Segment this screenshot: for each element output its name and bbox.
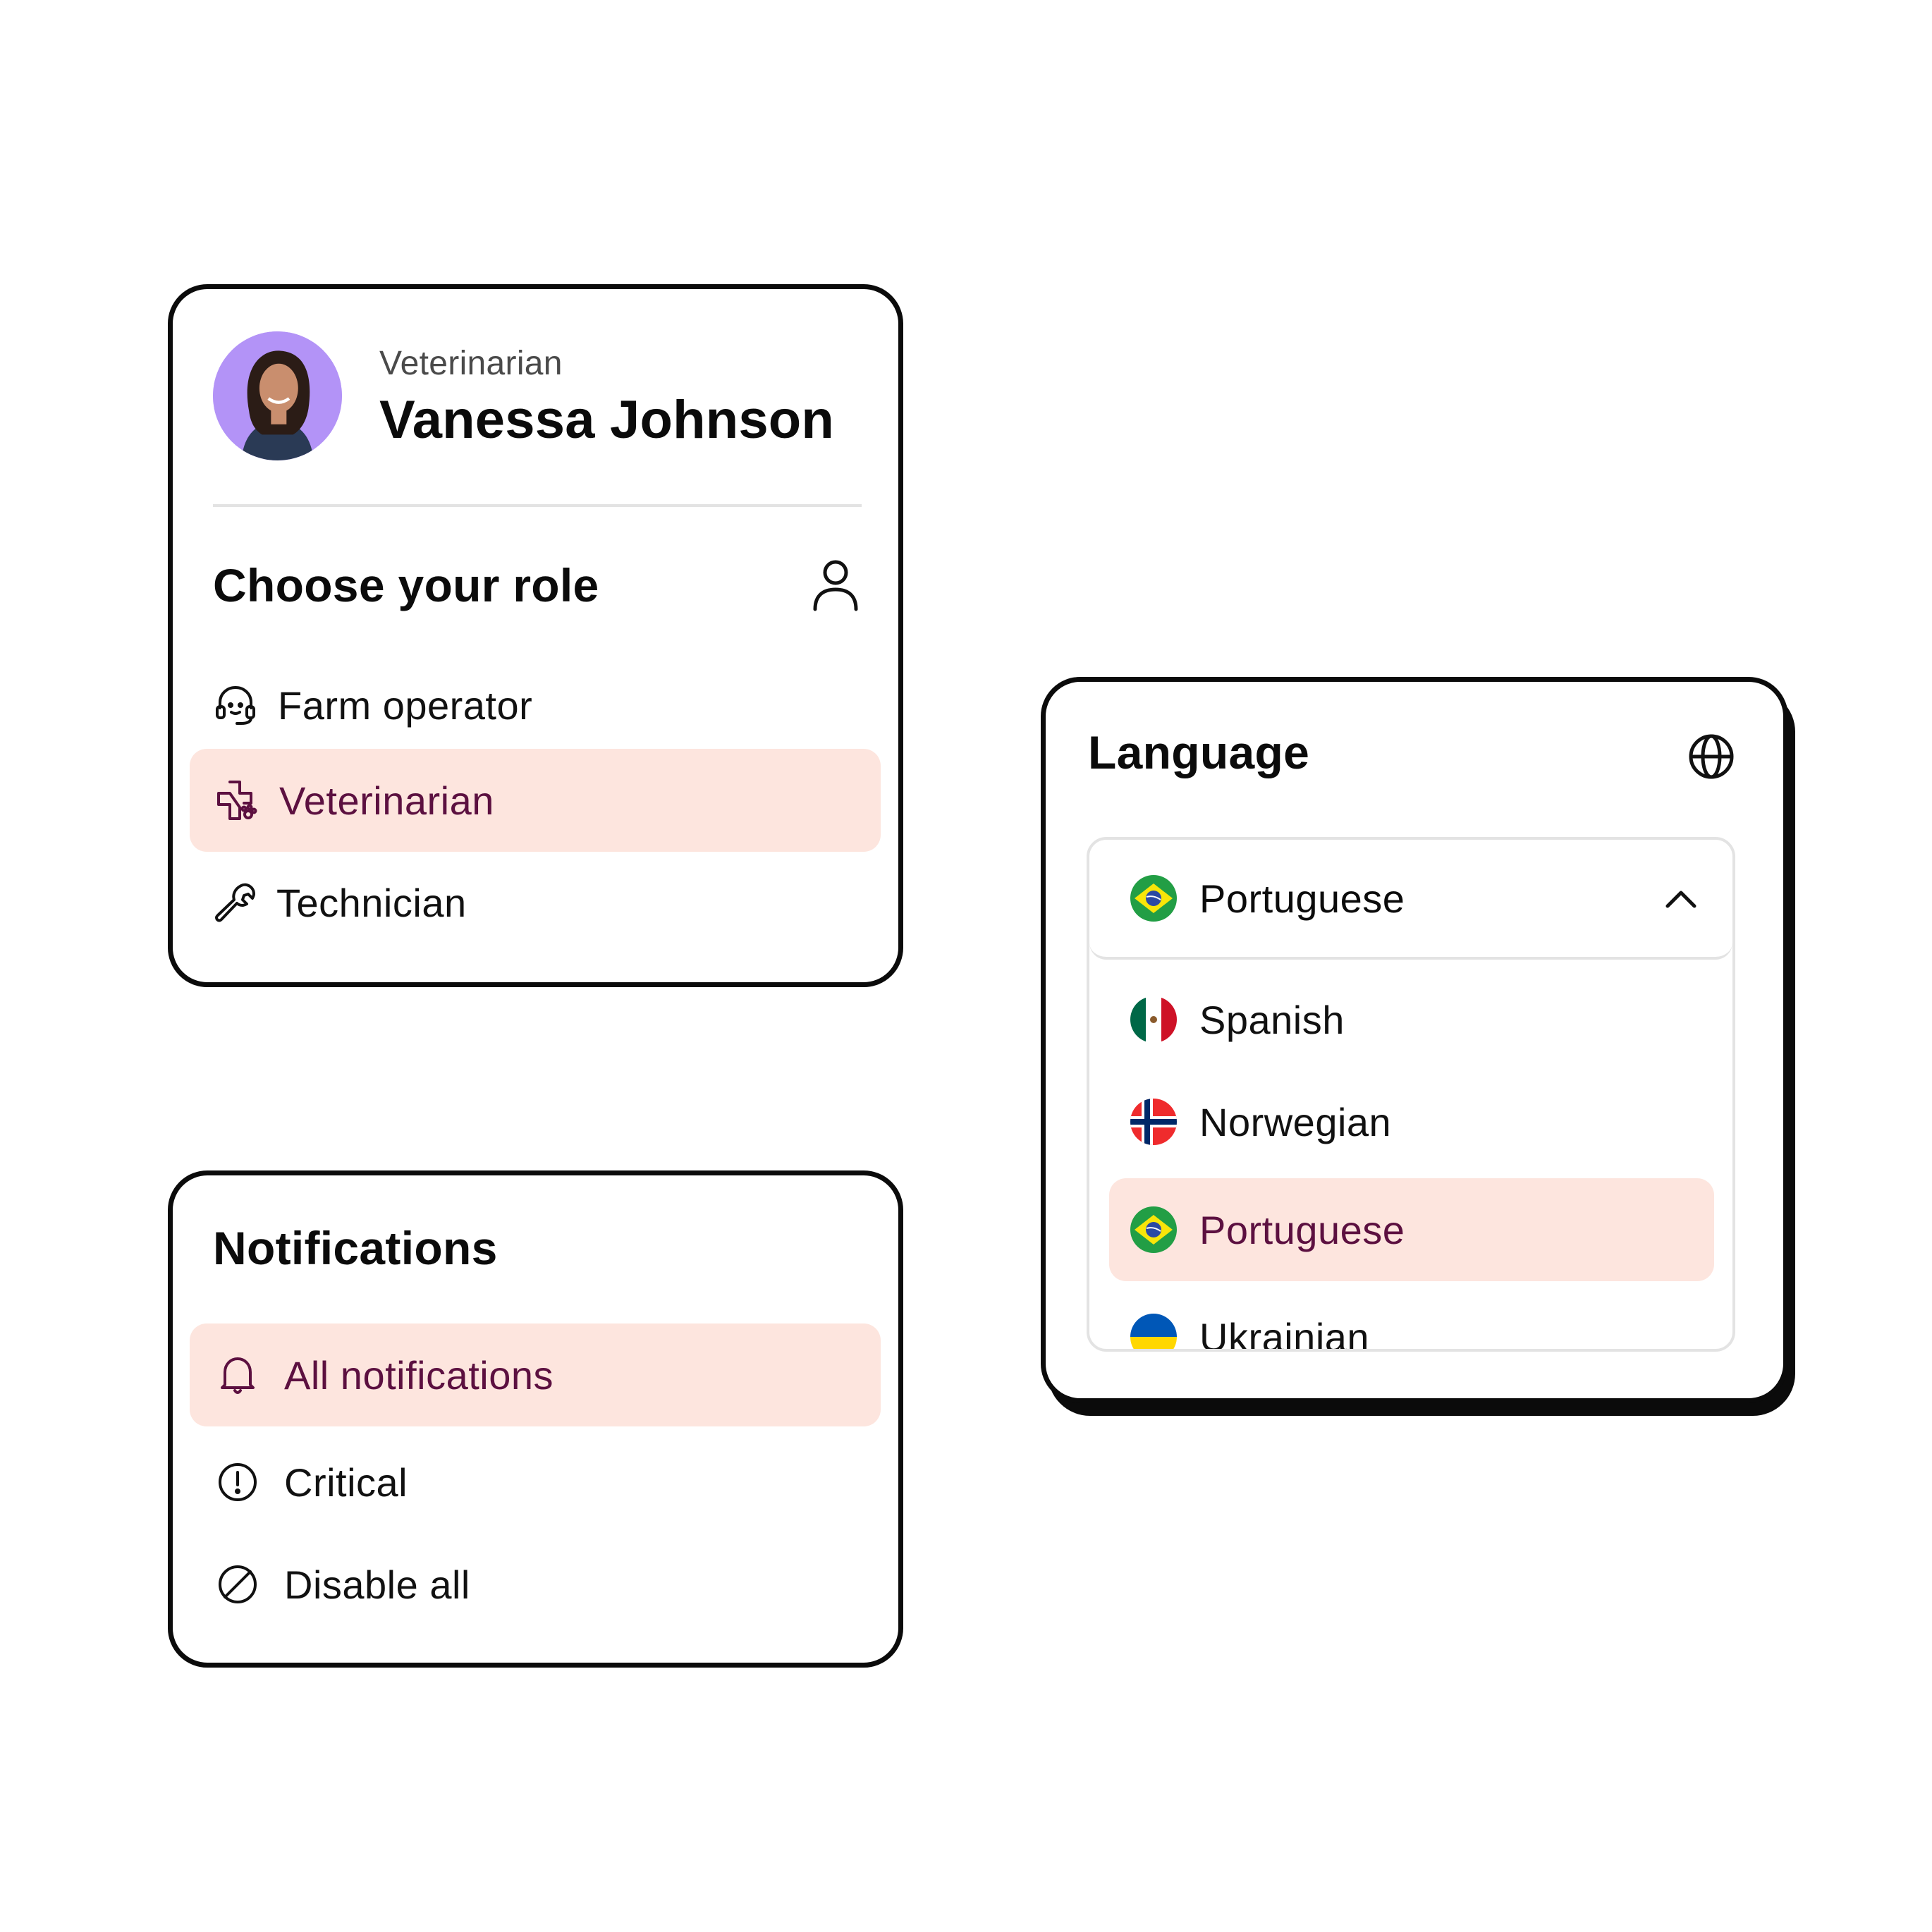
brazil-flag-icon: [1130, 875, 1177, 922]
wrench-icon: [213, 880, 258, 925]
role-item-farm-operator[interactable]: Farm operator: [213, 656, 862, 754]
headset-icon: [213, 683, 258, 728]
notification-item-critical[interactable]: Critical: [215, 1433, 864, 1531]
role-title: Choose your role: [213, 559, 599, 611]
language-option-norwegian[interactable]: Norwegian: [1130, 1076, 1694, 1168]
disabled-circle-icon: [215, 1562, 260, 1607]
role-item-label: Technician: [276, 880, 467, 925]
alert-circle-icon: [215, 1460, 260, 1505]
notifications-title: Notifications: [213, 1222, 498, 1274]
chevron-up-icon[interactable]: [1663, 881, 1699, 927]
role-item-label: Farm operator: [278, 683, 533, 728]
user-icon: [811, 557, 860, 617]
language-option-ukrainian[interactable]: Ukrainian: [1130, 1291, 1694, 1352]
notification-item-disable-all[interactable]: Disable all: [215, 1535, 864, 1634]
notification-item-label: Critical: [284, 1460, 408, 1505]
vet-paw-cross-icon: [213, 778, 258, 823]
profile-role: Veterinarian: [379, 345, 563, 382]
norway-flag-icon: [1130, 1099, 1177, 1145]
notifications-card: Notifications All notifications Critical: [168, 1170, 903, 1668]
bell-icon: [215, 1352, 260, 1398]
divider: [213, 504, 862, 507]
language-title: Language: [1088, 726, 1310, 778]
profile-name: Vanessa Johnson: [379, 390, 835, 450]
avatar: [213, 331, 342, 460]
globe-icon: [1687, 733, 1735, 784]
notification-item-all[interactable]: All notifications: [190, 1323, 881, 1426]
notification-item-label: Disable all: [284, 1562, 470, 1607]
language-selected-label: Portuguese: [1199, 876, 1405, 921]
role-item-label: Veterinarian: [279, 778, 494, 823]
language-option-label: Spanish: [1199, 997, 1345, 1042]
language-option-label: Ukrainian: [1199, 1314, 1370, 1352]
notification-item-label: All notifications: [284, 1352, 554, 1398]
language-option-label: Portuguese: [1199, 1207, 1405, 1252]
language-option-spanish[interactable]: Spanish: [1130, 974, 1694, 1065]
role-card: Veterinarian Vanessa Johnson Choose your…: [168, 284, 903, 987]
language-select[interactable]: Portuguese: [1089, 840, 1732, 960]
brazil-flag-icon: [1130, 1206, 1177, 1253]
mexico-flag-icon: [1130, 996, 1177, 1043]
language-option-portuguese[interactable]: Portuguese: [1109, 1178, 1714, 1281]
ukraine-flag-icon: [1130, 1314, 1177, 1349]
role-item-veterinarian[interactable]: Veterinarian: [190, 749, 881, 852]
role-item-technician[interactable]: Technician: [213, 853, 862, 952]
language-option-label: Norwegian: [1199, 1099, 1392, 1144]
language-card: Language Portuguese Spanish Norwegian Po…: [1041, 677, 1788, 1403]
language-dropdown: Portuguese Spanish Norwegian Portuguese: [1087, 837, 1735, 1352]
